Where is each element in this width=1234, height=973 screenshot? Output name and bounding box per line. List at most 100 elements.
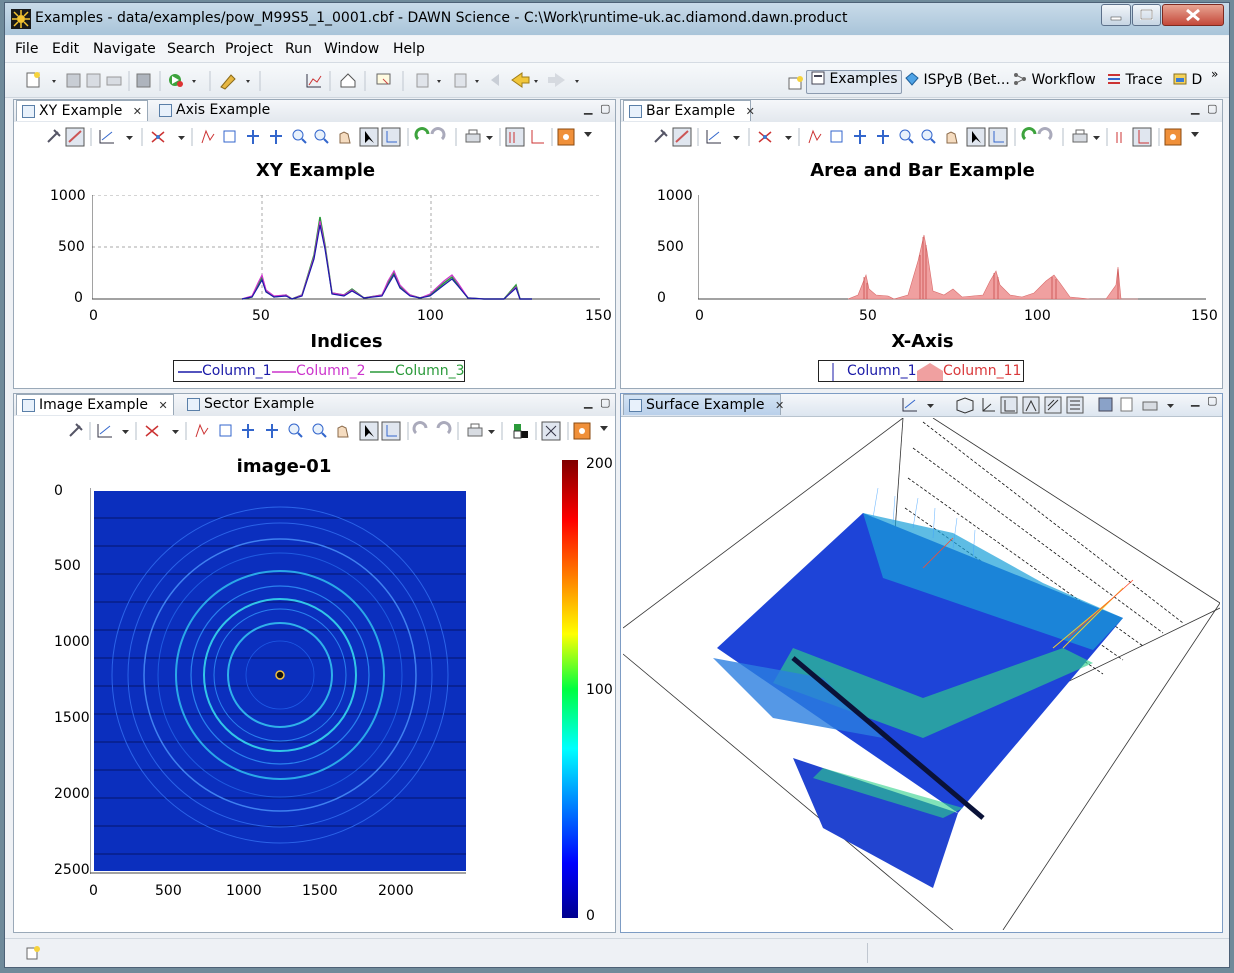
x-zoom-icon[interactable] bbox=[854, 130, 866, 144]
perspective-d[interactable]: D bbox=[1173, 72, 1202, 94]
maximize-view-icon[interactable]: ▢ bbox=[1207, 102, 1217, 115]
box-icon[interactable] bbox=[956, 397, 974, 414]
settings-icon[interactable] bbox=[1164, 128, 1182, 146]
redo-icon[interactable] bbox=[436, 421, 452, 435]
save-all-icon[interactable] bbox=[136, 73, 151, 88]
undo-icon[interactable] bbox=[414, 127, 430, 141]
menu-run[interactable]: Run bbox=[285, 41, 312, 57]
undo-icon[interactable] bbox=[412, 421, 428, 435]
aspect-ratio-icon[interactable] bbox=[541, 421, 561, 441]
save-icon[interactable] bbox=[66, 73, 81, 88]
bar-plot-area[interactable] bbox=[698, 195, 1208, 305]
box-zoom-icon[interactable] bbox=[219, 424, 232, 437]
menu-window[interactable]: Window bbox=[324, 41, 379, 57]
maximize-view-icon[interactable]: ▢ bbox=[600, 396, 610, 409]
snap-axis-icon[interactable] bbox=[988, 127, 1008, 147]
forward-icon[interactable] bbox=[548, 73, 565, 87]
close-tab-icon[interactable]: ✕ bbox=[159, 399, 168, 412]
maximize-window-button[interactable] bbox=[1132, 4, 1161, 26]
perspective-trace[interactable]: Trace bbox=[1107, 72, 1163, 94]
zoom-out-icon[interactable] bbox=[312, 423, 327, 438]
legend-column-11[interactable]: Column_11 bbox=[943, 363, 1021, 379]
tab-bar-example[interactable]: Bar Example ✕ bbox=[623, 100, 755, 121]
perspective-workflow[interactable]: Workflow bbox=[1013, 72, 1096, 94]
close-tab-icon[interactable]: ✕ bbox=[133, 105, 142, 118]
snap-axis-icon[interactable] bbox=[381, 127, 401, 147]
perspective-overflow-button[interactable]: » bbox=[1211, 67, 1218, 81]
maximize-view-icon[interactable]: ▢ bbox=[1207, 394, 1217, 407]
tab-sector-example[interactable]: Sector Example bbox=[182, 394, 314, 415]
snap-axis-icon[interactable] bbox=[381, 421, 401, 441]
configure-icon[interactable] bbox=[47, 129, 61, 143]
print-plot-icon[interactable] bbox=[465, 129, 481, 143]
last-edit-icon[interactable] bbox=[491, 74, 499, 86]
legend-column-1[interactable]: Column_1 bbox=[847, 363, 917, 379]
line-profile-icon[interactable] bbox=[201, 129, 215, 144]
tool-icon[interactable] bbox=[220, 74, 236, 90]
close-tab-icon[interactable]: ✕ bbox=[775, 399, 784, 412]
legend-column-1[interactable]: Column_1 bbox=[202, 363, 272, 379]
menu-search[interactable]: Search bbox=[167, 41, 215, 57]
axes-icon[interactable] bbox=[531, 130, 544, 144]
zoom-in-icon[interactable] bbox=[899, 129, 914, 144]
diffraction-image[interactable] bbox=[90, 488, 466, 874]
run-icon[interactable] bbox=[169, 74, 183, 87]
pan-icon[interactable] bbox=[946, 131, 958, 144]
zoom-in-icon[interactable] bbox=[288, 423, 303, 438]
rescale-icon[interactable] bbox=[672, 127, 692, 147]
minimize-view-icon[interactable]: ▁ bbox=[584, 102, 592, 115]
perspective-examples[interactable]: Examples bbox=[806, 70, 903, 94]
print-icon[interactable] bbox=[1142, 401, 1158, 411]
pointer-icon[interactable] bbox=[359, 421, 379, 441]
legend-column-2[interactable]: Column_2 bbox=[296, 363, 366, 379]
legend-column-3[interactable]: Column_3 bbox=[395, 363, 465, 379]
configure-icon[interactable] bbox=[69, 423, 83, 437]
line-profile-icon[interactable] bbox=[195, 423, 209, 438]
menu-file[interactable]: File bbox=[15, 41, 38, 57]
chart-icon[interactable] bbox=[306, 74, 322, 88]
axis-icon[interactable] bbox=[97, 424, 112, 438]
tab-image-example[interactable]: Image Example ✕ bbox=[16, 394, 174, 415]
perspective-icon[interactable] bbox=[1066, 396, 1084, 414]
tab-axis-example[interactable]: Axis Example bbox=[154, 100, 274, 121]
save-icon[interactable] bbox=[1098, 397, 1113, 412]
menu-edit[interactable]: Edit bbox=[52, 41, 79, 57]
next-annotation-icon[interactable] bbox=[416, 73, 429, 88]
configure-icon[interactable] bbox=[654, 129, 668, 143]
pan-icon[interactable] bbox=[337, 425, 349, 438]
histogram-icon[interactable] bbox=[513, 424, 528, 439]
box-zoom-icon[interactable] bbox=[830, 130, 843, 143]
undo-icon[interactable] bbox=[1021, 127, 1037, 141]
menu-navigate[interactable]: Navigate bbox=[93, 41, 156, 57]
axis-icon[interactable] bbox=[99, 130, 114, 144]
close-tab-icon[interactable]: ✕ bbox=[746, 105, 755, 118]
xy-plot-area[interactable] bbox=[92, 195, 602, 305]
x-zoom-icon[interactable] bbox=[247, 130, 259, 144]
stack-icon[interactable] bbox=[1116, 132, 1122, 143]
prev-annotation-icon[interactable] bbox=[454, 73, 467, 88]
surface-grid-icon[interactable] bbox=[1022, 396, 1040, 414]
open-perspective-icon[interactable] bbox=[788, 75, 804, 91]
pointer-icon[interactable] bbox=[359, 127, 379, 147]
zoom-out-icon[interactable] bbox=[314, 129, 329, 144]
maximize-view-icon[interactable]: ▢ bbox=[600, 102, 610, 115]
copy-icon[interactable] bbox=[1120, 397, 1133, 412]
print-plot-icon[interactable] bbox=[1072, 129, 1088, 143]
fast-view-icon[interactable] bbox=[25, 945, 41, 961]
trace-tool-icon[interactable] bbox=[758, 131, 772, 143]
back-icon[interactable] bbox=[511, 72, 530, 88]
rescale-icon[interactable] bbox=[65, 127, 85, 147]
pan-icon[interactable] bbox=[339, 131, 351, 144]
minimize-view-icon[interactable]: ▁ bbox=[584, 396, 592, 409]
new-file-icon[interactable] bbox=[26, 72, 40, 88]
minimize-view-icon[interactable]: ▁ bbox=[1191, 394, 1199, 407]
minimize-view-icon[interactable]: ▁ bbox=[1191, 102, 1199, 115]
tab-surface-example[interactable]: Surface Example ✕ bbox=[623, 394, 784, 415]
axes-icon[interactable] bbox=[1132, 127, 1152, 147]
box-zoom-icon[interactable] bbox=[223, 130, 236, 143]
save-as-icon[interactable] bbox=[86, 73, 101, 88]
close-window-button[interactable] bbox=[1162, 4, 1224, 26]
wireframe-icon[interactable] bbox=[1044, 396, 1062, 414]
y-zoom-icon[interactable] bbox=[877, 130, 889, 144]
surface-3d-plot[interactable] bbox=[623, 418, 1220, 930]
